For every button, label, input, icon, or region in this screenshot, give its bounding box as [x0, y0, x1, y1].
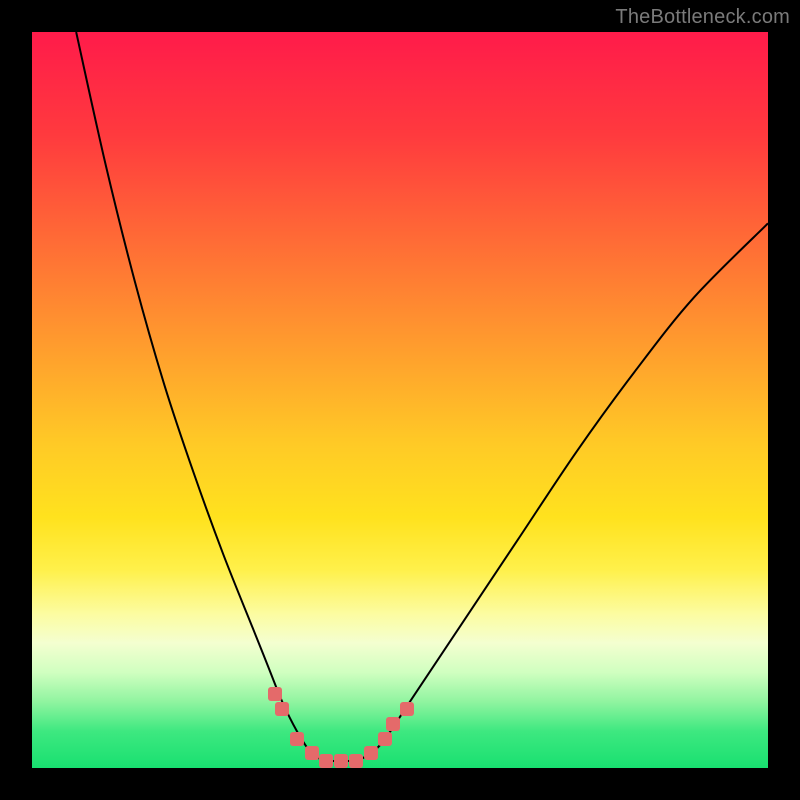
chart-frame: TheBottleneck.com — [0, 0, 800, 800]
curve-path — [76, 32, 768, 761]
watermark-text: TheBottleneck.com — [615, 6, 790, 29]
data-marker — [386, 717, 400, 731]
data-marker — [364, 746, 378, 760]
data-marker — [275, 702, 289, 716]
data-marker — [290, 732, 304, 746]
data-marker — [305, 746, 319, 760]
data-marker — [349, 754, 363, 768]
data-marker — [319, 754, 333, 768]
data-marker — [400, 702, 414, 716]
data-marker — [334, 754, 348, 768]
plot-area — [32, 32, 768, 768]
data-marker — [378, 732, 392, 746]
data-marker — [268, 687, 282, 701]
bottleneck-curve — [32, 32, 768, 768]
